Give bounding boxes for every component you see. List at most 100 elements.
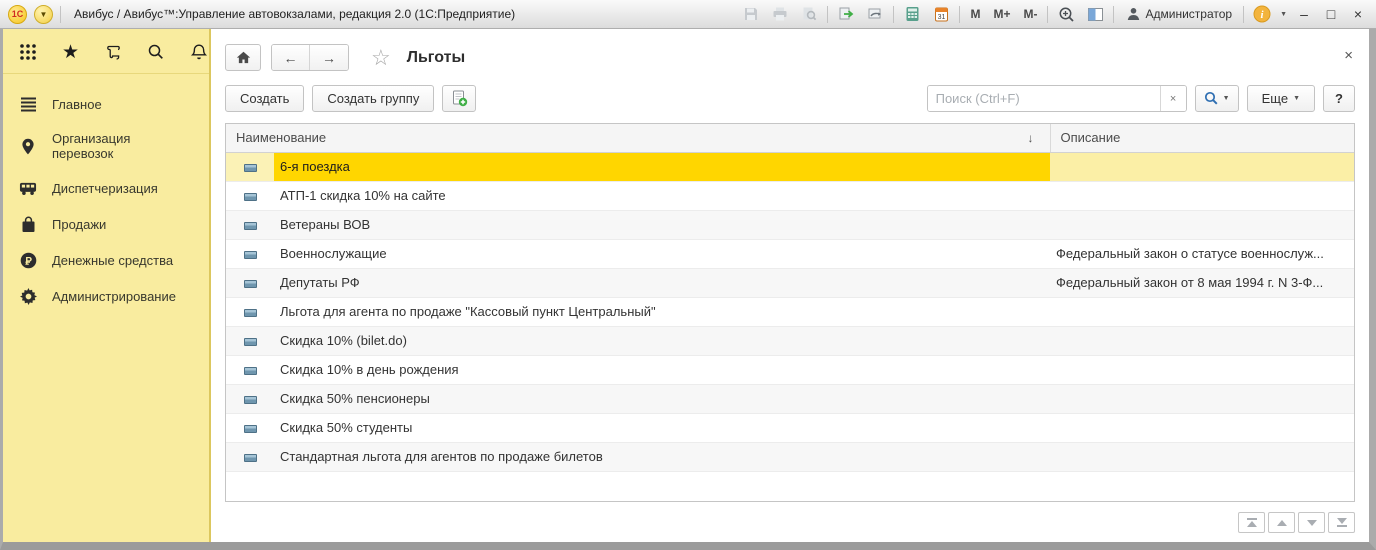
search-area: × ▼ Еще ▼ ? (927, 85, 1355, 112)
search-options-button[interactable]: ▼ (1195, 85, 1239, 112)
divider (959, 6, 960, 23)
table-row[interactable]: 6-я поездка (226, 152, 1354, 181)
search-input[interactable] (928, 86, 1160, 111)
favorite-toggle-star[interactable]: ☆ (371, 45, 391, 71)
sidebar-item-sales[interactable]: Продажи (3, 206, 209, 242)
row-description (1050, 152, 1354, 181)
copy-item-button[interactable] (442, 85, 476, 112)
row-icon-cell (226, 355, 274, 384)
chevron-down-icon[interactable]: ▼ (1280, 11, 1287, 18)
favorites-star-icon[interactable]: ★ (62, 42, 79, 62)
window-close-button[interactable]: × (1348, 6, 1368, 22)
help-button[interactable]: ? (1323, 85, 1355, 112)
get-link-icon[interactable] (835, 4, 857, 24)
catalog-item-icon (244, 164, 257, 172)
divider (827, 6, 828, 23)
chevron-down-icon: ▼ (1293, 95, 1300, 102)
scroll-to-top-button[interactable] (1238, 512, 1265, 533)
sidebar-item-label: Организация перевозок (52, 131, 193, 161)
bus-icon (19, 179, 37, 197)
back-button[interactable]: ← (272, 45, 310, 70)
sidebar-panel-icons: ★ (3, 29, 209, 74)
row-icon-cell (226, 181, 274, 210)
search-icon[interactable] (147, 42, 165, 62)
memory-m-plus-button[interactable]: M+ (990, 7, 1013, 21)
scroll-to-bottom-button[interactable] (1328, 512, 1355, 533)
catalog-item-icon (244, 222, 257, 230)
catalog-item-icon (244, 280, 257, 288)
column-header-name[interactable]: Наименование ↓ (226, 124, 1050, 152)
sidebar-item-administration[interactable]: Администрирование (3, 278, 209, 314)
catalog-item-icon (244, 193, 257, 201)
row-icon-cell (226, 239, 274, 268)
notifications-bell-icon[interactable] (190, 42, 208, 62)
main-menu-button[interactable]: ▼ (34, 5, 53, 24)
sidebar-item-dispatching[interactable]: Диспетчеризация (3, 170, 209, 206)
memory-m-button[interactable]: M (967, 7, 983, 21)
chevron-down-icon: ▼ (1223, 95, 1230, 102)
save-icon[interactable] (740, 4, 762, 24)
table-row[interactable]: Скидка 10% в день рождения (226, 355, 1354, 384)
info-icon[interactable]: i (1251, 4, 1273, 24)
table-row[interactable]: Скидка 50% студенты (226, 413, 1354, 442)
print-preview-icon[interactable] (798, 4, 820, 24)
row-name: Ветераны ВОВ (274, 210, 1050, 239)
table-row[interactable]: Депутаты РФ Федеральный закон от 8 мая 1… (226, 268, 1354, 297)
create-group-button[interactable]: Создать группу (312, 85, 434, 112)
app-window: 1С ▼ Авибус / Авибус™:Управление автовок… (0, 0, 1376, 550)
titlebar: 1С ▼ Авибус / Авибус™:Управление автовок… (0, 0, 1376, 29)
sidebar-item-cash[interactable]: P Денежные средства (3, 242, 209, 278)
toolbar: Создать Создать группу × ▼ Еще (225, 85, 1355, 112)
calendar-icon[interactable]: 31 (930, 4, 952, 24)
history-icon[interactable] (104, 42, 122, 62)
table-row[interactable]: АТП-1 скидка 10% на сайте (226, 181, 1354, 210)
table-row[interactable]: Военнослужащие Федеральный закон о стату… (226, 239, 1354, 268)
sort-descending-icon: ↓ (1028, 131, 1040, 145)
split-window-icon[interactable] (1084, 4, 1106, 24)
scroll-down-button[interactable] (1298, 512, 1325, 533)
home-button[interactable] (225, 44, 261, 71)
window-title: Авибус / Авибус™:Управление автовокзалам… (74, 7, 733, 21)
svg-text:P: P (25, 256, 32, 267)
sidebar-item-main[interactable]: Главное (3, 86, 209, 122)
forward-button[interactable]: → (310, 45, 348, 70)
sidebar-item-transport-organization[interactable]: Организация перевозок (3, 122, 209, 170)
table-row[interactable]: Ветераны ВОВ (226, 210, 1354, 239)
scroll-up-button[interactable] (1268, 512, 1295, 533)
divider (1047, 6, 1048, 23)
catalog-item-icon (244, 309, 257, 317)
row-icon-cell (226, 384, 274, 413)
minimize-button[interactable]: – (1294, 6, 1314, 22)
row-description (1050, 384, 1354, 413)
apps-grid-icon[interactable] (19, 42, 37, 62)
row-name: Депутаты РФ (274, 268, 1050, 297)
current-user[interactable]: Администратор (1121, 4, 1236, 24)
create-button[interactable]: Создать (225, 85, 304, 112)
catalog-item-icon (244, 396, 257, 404)
table-row[interactable]: Льгота для агента по продаже "Кассовый п… (226, 297, 1354, 326)
row-name: Скидка 10% в день рождения (274, 355, 1050, 384)
row-icon-cell (226, 152, 274, 181)
main-content: ← → ☆ Льготы × Создать Создать группу × (211, 29, 1369, 542)
column-header-description[interactable]: Описание (1050, 124, 1354, 152)
calculator-icon[interactable] (901, 4, 923, 24)
maximize-button[interactable]: □ (1321, 6, 1341, 22)
table-row[interactable]: Стандартная льгота для агентов по продаж… (226, 442, 1354, 471)
sidebar-item-label: Денежные средства (52, 253, 173, 268)
form-close-button[interactable]: × (1344, 47, 1353, 64)
row-description: Федеральный закон от 8 мая 1994 г. N 3-Ф… (1050, 268, 1354, 297)
memory-m-minus-button[interactable]: M- (1020, 7, 1040, 21)
table-row[interactable]: Скидка 10% (bilet.do) (226, 326, 1354, 355)
divider (893, 6, 894, 23)
table-row[interactable]: Скидка 50% пенсионеры (226, 384, 1354, 413)
row-icon-cell (226, 413, 274, 442)
page-title: Льготы (407, 49, 465, 67)
more-button[interactable]: Еще ▼ (1247, 85, 1315, 112)
search-clear-button[interactable]: × (1160, 86, 1186, 111)
row-icon-cell (226, 297, 274, 326)
print-icon[interactable] (769, 4, 791, 24)
go-to-link-icon[interactable] (864, 4, 886, 24)
row-description (1050, 326, 1354, 355)
user-icon (1125, 4, 1141, 24)
zoom-icon[interactable] (1055, 4, 1077, 24)
